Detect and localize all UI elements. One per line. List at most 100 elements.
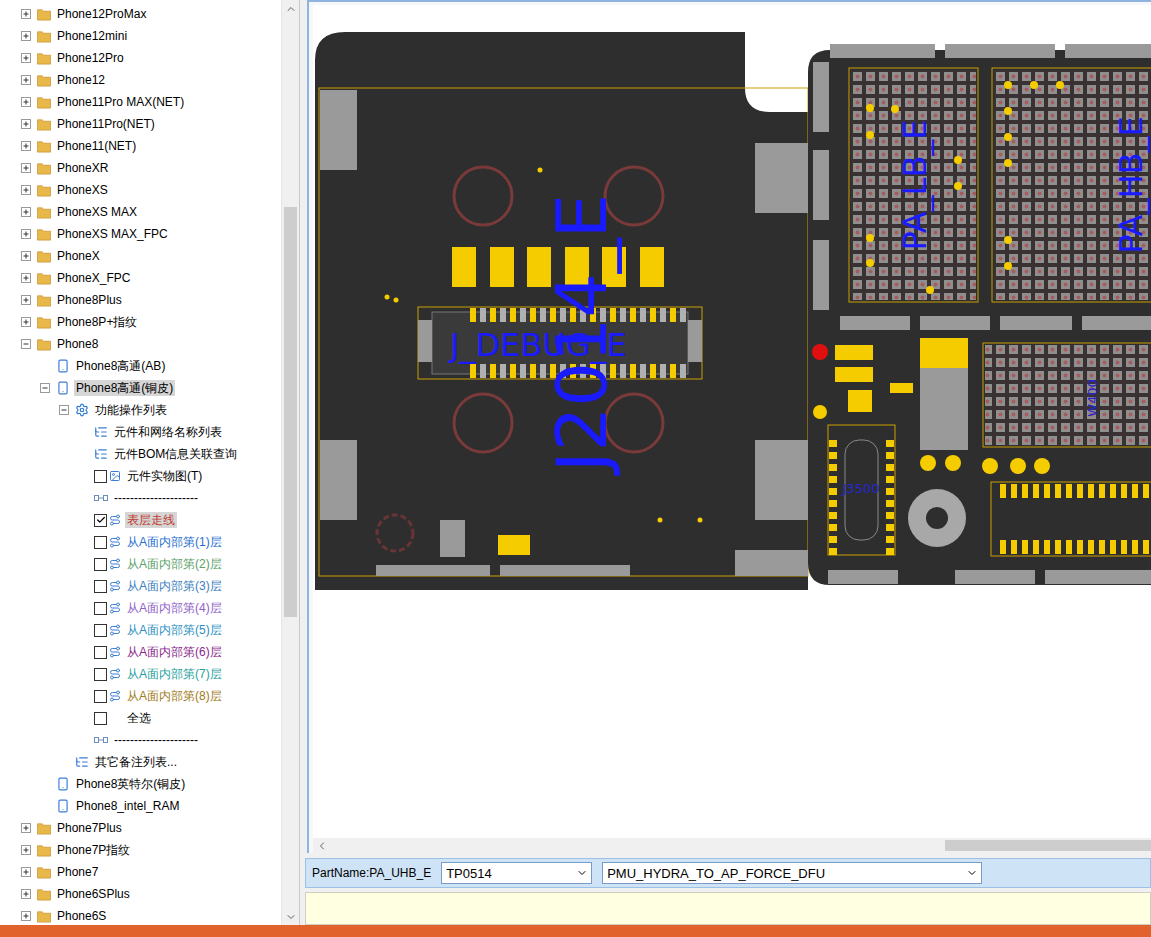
tree-item[interactable]: 从A面内部第(4)层 [0, 597, 281, 619]
expand-icon[interactable] [21, 889, 31, 899]
checkbox[interactable] [94, 624, 107, 637]
pin-select[interactable]: TP0514 [441, 862, 592, 884]
expander[interactable] [21, 9, 31, 19]
tree-label[interactable]: 全选 [125, 710, 153, 726]
tree-item[interactable]: Phone6SPlus [0, 883, 281, 905]
tree-label[interactable]: PhoneX_FPC [55, 270, 132, 286]
tree-item[interactable]: 从A面内部第(1)层 [0, 531, 281, 553]
expand-icon[interactable] [21, 251, 31, 261]
checkbox[interactable] [94, 646, 107, 659]
expand-icon[interactable] [21, 273, 31, 283]
expand-icon[interactable] [21, 53, 31, 63]
tree-label[interactable]: --------------------- [112, 490, 200, 506]
tree-label[interactable]: 从A面内部第(4)层 [125, 600, 224, 616]
tree-item[interactable]: Phone8 [0, 333, 281, 355]
expander[interactable] [21, 97, 31, 107]
expand-icon[interactable] [21, 75, 31, 85]
pa-lb-chip[interactable] [849, 68, 978, 302]
collapse-icon[interactable] [40, 383, 50, 393]
check-group[interactable] [94, 602, 121, 615]
scroll-thumb[interactable] [284, 207, 297, 617]
expander[interactable] [21, 845, 31, 855]
tree-label[interactable]: Phone11(NET) [55, 138, 138, 154]
check-group[interactable] [94, 558, 121, 571]
tree-label[interactable]: Phone7P指纹 [55, 842, 132, 858]
expander[interactable] [21, 141, 31, 151]
expander[interactable] [21, 119, 31, 129]
check-group[interactable] [94, 580, 121, 593]
tree-label[interactable]: 元件实物图(T) [125, 468, 204, 484]
tree-item[interactable]: 表层走线 [0, 509, 281, 531]
tree-label[interactable]: Phone8_intel_RAM [74, 798, 181, 814]
splitter[interactable] [300, 0, 305, 925]
expand-icon[interactable] [21, 229, 31, 239]
bottom-connector[interactable] [991, 482, 1151, 556]
expand-icon[interactable] [21, 207, 31, 217]
tree-label[interactable]: 元件和网络名称列表 [112, 424, 224, 440]
tree-label[interactable]: 从A面内部第(8)层 [125, 688, 224, 704]
checkbox[interactable] [94, 470, 107, 483]
tree-item[interactable]: PhoneX [0, 245, 281, 267]
expand-icon[interactable] [21, 163, 31, 173]
tree-item[interactable]: Phone7P指纹 [0, 839, 281, 861]
tree-label[interactable]: Phone8高通(铜皮) [74, 380, 175, 396]
tree-item[interactable]: PhoneX_FPC [0, 267, 281, 289]
tree-label[interactable]: 元件BOM信息关联查询 [112, 446, 239, 462]
checkbox[interactable] [94, 712, 107, 725]
tree-label[interactable]: 其它备注列表... [93, 754, 179, 770]
tree-item[interactable]: Phone8高通(铜皮) [0, 377, 281, 399]
tree-label[interactable]: Phone8Plus [55, 292, 124, 308]
tree-label[interactable]: Phone8P+指纹 [55, 314, 139, 330]
check-group[interactable] [94, 514, 121, 527]
check-group[interactable] [94, 712, 121, 725]
checkbox[interactable] [94, 668, 107, 681]
tree-item[interactable]: PhoneXS [0, 179, 281, 201]
tree-label[interactable]: 从A面内部第(6)层 [125, 644, 224, 660]
pcb-board-view[interactable]: J_DEBUG_EJ2014_EPA_LB_EPA_HB_EJ3500W400 [313, 5, 1151, 838]
expand-icon[interactable] [21, 845, 31, 855]
expander[interactable] [21, 185, 31, 195]
scroll-down-button[interactable] [282, 908, 299, 925]
tree-label[interactable]: 表层走线 [125, 512, 177, 528]
checkbox[interactable] [94, 514, 107, 527]
expand-icon[interactable] [21, 31, 31, 41]
checkbox[interactable] [94, 558, 107, 571]
tree-label[interactable]: Phone8 [55, 336, 100, 352]
tree-item[interactable]: 元件和网络名称列表 [0, 421, 281, 443]
tree-item[interactable]: Phone8英特尔(铜皮) [0, 773, 281, 795]
tree-label[interactable]: Phone12mini [55, 28, 129, 44]
expand-icon[interactable] [21, 119, 31, 129]
expander[interactable] [21, 53, 31, 63]
tree-item[interactable]: PhoneXR [0, 157, 281, 179]
tree-item[interactable]: Phone8_intel_RAM [0, 795, 281, 817]
tree-item[interactable]: 功能操作列表 [0, 399, 281, 421]
tree-label[interactable]: Phone6SPlus [55, 886, 132, 902]
expander[interactable] [21, 207, 31, 217]
tree-item[interactable]: Phone7 [0, 861, 281, 883]
tree-label[interactable]: 从A面内部第(3)层 [125, 578, 224, 594]
tree-label[interactable]: Phone8高通(AB) [74, 358, 167, 374]
tree-item[interactable]: --------------------- [0, 729, 281, 751]
tree-label[interactable]: Phone6S [55, 908, 108, 924]
tree-item[interactable]: Phone12Pro [0, 47, 281, 69]
tree-label[interactable]: PhoneXR [55, 160, 110, 176]
net-select[interactable]: PMU_HYDRA_TO_AP_FORCE_DFU [602, 862, 982, 884]
tree-item[interactable]: 从A面内部第(7)层 [0, 663, 281, 685]
tree-item[interactable]: Phone6S [0, 905, 281, 925]
tree-item[interactable]: 其它备注列表... [0, 751, 281, 773]
tree-label[interactable]: Phone12Pro [55, 50, 126, 66]
expander[interactable] [21, 251, 31, 261]
expander[interactable] [21, 163, 31, 173]
expander[interactable] [21, 75, 31, 85]
tree-item[interactable]: Phone8高通(AB) [0, 355, 281, 377]
expander[interactable] [21, 823, 31, 833]
tree-label[interactable]: 从A面内部第(7)层 [125, 666, 224, 682]
tree-item[interactable]: 元件实物图(T) [0, 465, 281, 487]
tree-label[interactable]: Phone12 [55, 72, 107, 88]
tree-item[interactable]: 元件BOM信息关联查询 [0, 443, 281, 465]
expander[interactable] [21, 867, 31, 877]
scroll-left-button[interactable] [313, 838, 330, 853]
tree-label[interactable]: Phone11Pro(NET) [55, 116, 157, 132]
tree-label[interactable]: 从A面内部第(5)层 [125, 622, 224, 638]
horizontal-scrollbar[interactable] [313, 838, 1151, 853]
